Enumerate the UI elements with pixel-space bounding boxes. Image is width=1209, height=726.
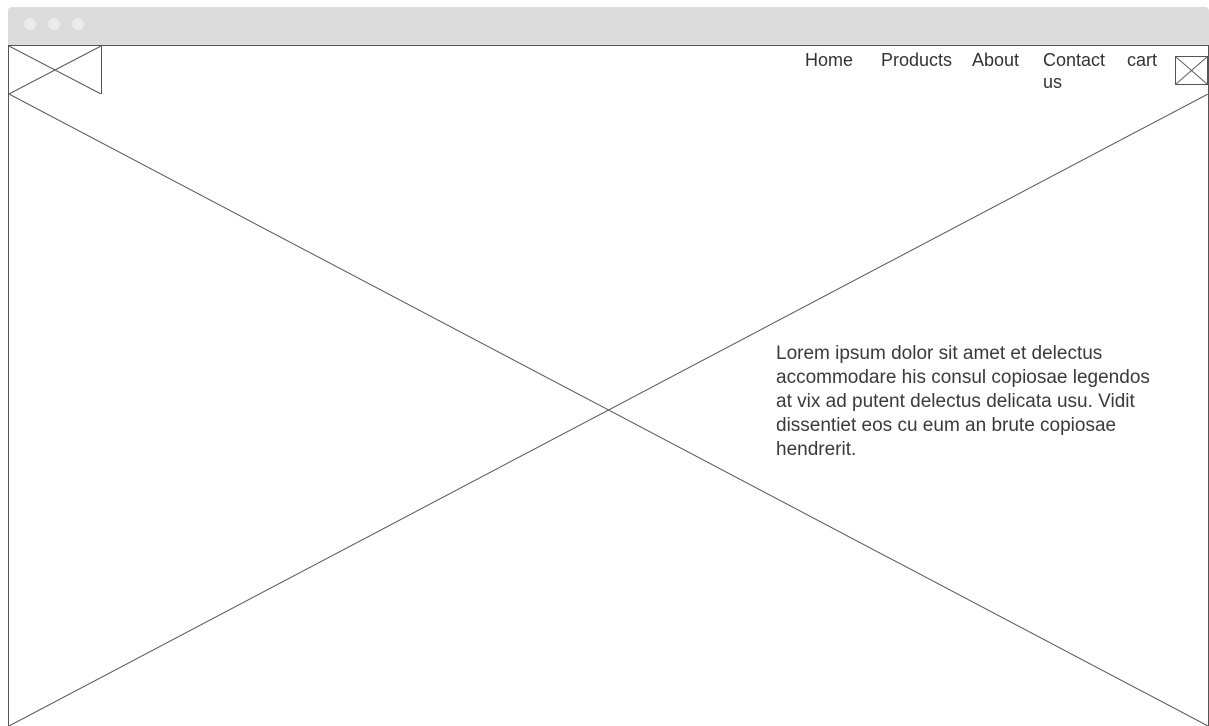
hero-description: Lorem ipsum dolor sit amet et delectus a… <box>776 343 1150 460</box>
top-navbar: Home Products About Contact us cart <box>8 45 1209 95</box>
nav-link-about[interactable]: About <box>972 49 1019 71</box>
nav-link-cart[interactable]: cart <box>1127 49 1157 71</box>
hero-section: Lorem ipsum dolor sit amet et delectus a… <box>8 94 1209 726</box>
nav-link-contact-us[interactable]: Contact us <box>1043 49 1123 93</box>
window-minimize-dot[interactable] <box>48 18 60 30</box>
window-titlebar <box>8 7 1209 45</box>
nav-link-products[interactable]: Products <box>881 49 952 71</box>
window-close-dot[interactable] <box>24 18 36 30</box>
nav-link-home[interactable]: Home <box>805 49 853 71</box>
window-maximize-dot[interactable] <box>72 18 84 30</box>
logo-placeholder-icon[interactable] <box>9 46 102 94</box>
cart-image-placeholder-icon[interactable] <box>1175 56 1208 85</box>
browser-window: Home Products About Contact us cart Lore… <box>8 7 1209 726</box>
